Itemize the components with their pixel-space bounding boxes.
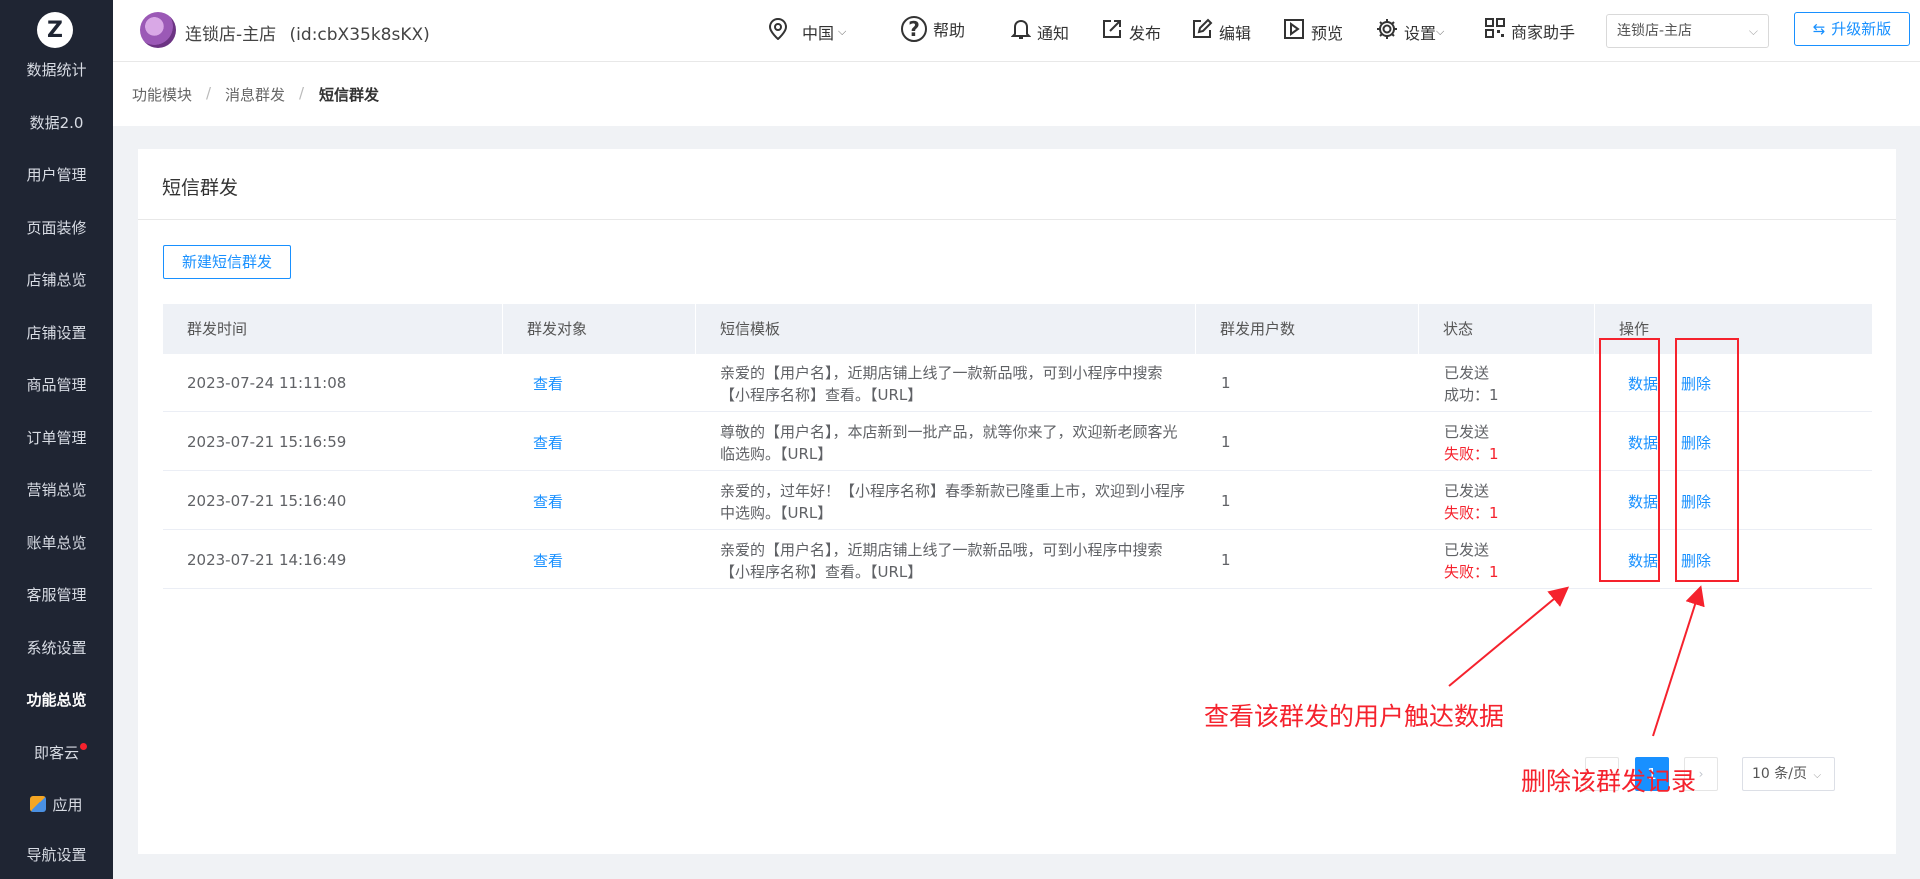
arrow-to-delete-column bbox=[1652, 585, 1705, 737]
annotation-arrows bbox=[1448, 585, 1705, 737]
delete-annotation-text: 删除该群发记录 bbox=[1521, 767, 1697, 796]
data-annotation-text: 查看该群发的用户触达数据 bbox=[1204, 702, 1505, 731]
arrow-to-data-column bbox=[1448, 586, 1570, 687]
